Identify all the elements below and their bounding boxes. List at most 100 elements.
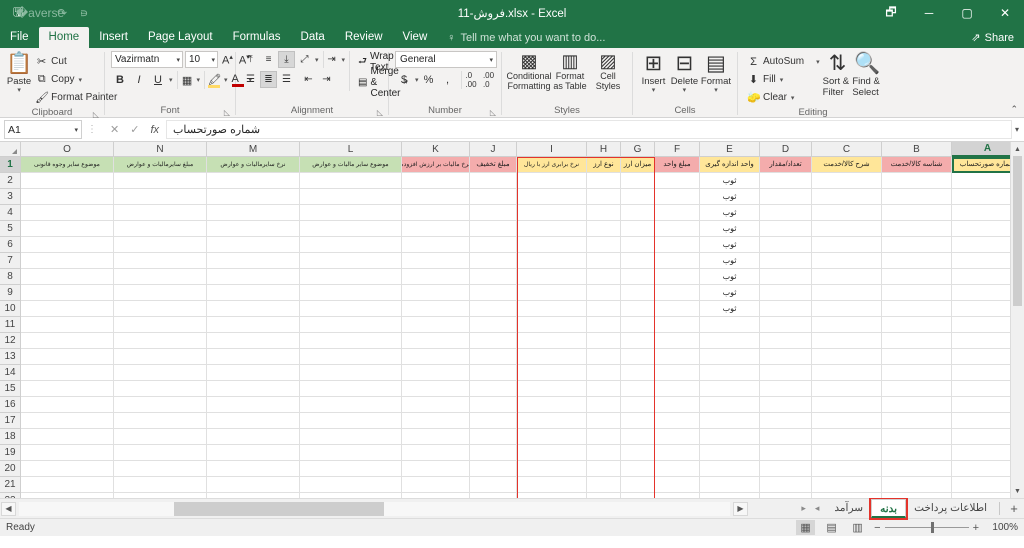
cell-H9[interactable] <box>587 285 621 301</box>
cell-K22[interactable] <box>402 493 470 498</box>
cell-N11[interactable] <box>114 317 207 333</box>
cell-C15[interactable] <box>812 381 882 397</box>
row-header-13[interactable]: 13 <box>0 349 21 365</box>
cell-styles-button[interactable]: ▨ Cell Styles <box>590 51 626 91</box>
cell-D1[interactable]: تعداد/مقدار <box>760 157 812 173</box>
cell-O20[interactable] <box>21 461 114 477</box>
cell-O14[interactable] <box>21 365 114 381</box>
cell-G6[interactable] <box>621 237 655 253</box>
cell-I15[interactable] <box>517 381 587 397</box>
cell-C16[interactable] <box>812 397 882 413</box>
cell-M6[interactable] <box>207 237 300 253</box>
cell-F19[interactable] <box>655 445 700 461</box>
cell-J20[interactable] <box>470 461 517 477</box>
cell-C10[interactable] <box>812 301 882 317</box>
cell-J8[interactable] <box>470 269 517 285</box>
cell-F13[interactable] <box>655 349 700 365</box>
cell-F14[interactable] <box>655 365 700 381</box>
page-layout-view-icon[interactable]: ▤ <box>822 520 841 535</box>
cell-E10[interactable]: ثوب <box>700 301 760 317</box>
scroll-left-icon[interactable]: ◀ <box>1 501 16 516</box>
column-header-D[interactable]: D <box>760 142 812 157</box>
cell-D17[interactable] <box>760 413 812 429</box>
cell-M7[interactable] <box>207 253 300 269</box>
row-header-9[interactable]: 9 <box>0 285 21 301</box>
format-as-table-button[interactable]: ▥ Format as Table <box>552 51 588 91</box>
undo-icon[interactable]: �averse <box>16 3 64 23</box>
cell-K3[interactable] <box>402 189 470 205</box>
cell-L2[interactable] <box>300 173 402 189</box>
cell-C9[interactable] <box>812 285 882 301</box>
row-header-16[interactable]: 16 <box>0 397 21 413</box>
cell-M16[interactable] <box>207 397 300 413</box>
align-middle-button[interactable]: ≡ <box>260 51 277 68</box>
cell-I1[interactable]: نرخ برابری ارز با ریال <box>517 157 587 173</box>
row-header-15[interactable]: 15 <box>0 381 21 397</box>
chevron-down-icon[interactable]: ▾ <box>791 94 795 102</box>
cell-M20[interactable] <box>207 461 300 477</box>
cell-E4[interactable]: ثوب <box>700 205 760 221</box>
currency-format-button[interactable]: $ <box>395 71 413 89</box>
restore-window-icon[interactable]: 🗗 <box>872 0 910 26</box>
chevron-down-icon[interactable]: ▾ <box>415 76 419 84</box>
cell-N17[interactable] <box>114 413 207 429</box>
italic-button[interactable]: I <box>130 71 148 89</box>
vertical-scroll-thumb[interactable] <box>1013 156 1022 306</box>
cell-F1[interactable]: مبلغ واحد <box>655 157 700 173</box>
enter-icon[interactable]: ✓ <box>130 123 139 136</box>
sheet-tab-body[interactable]: بدنه <box>869 497 909 520</box>
cell-G2[interactable] <box>621 173 655 189</box>
sheet-tab-payment-info[interactable]: اطلاعات پرداخت <box>906 499 995 518</box>
cell-E16[interactable] <box>700 397 760 413</box>
cell-B5[interactable] <box>882 221 952 237</box>
cell-I22[interactable] <box>517 493 587 498</box>
font-size-input[interactable]: 10 <box>185 51 218 68</box>
horizontal-scroll-track[interactable] <box>19 501 730 516</box>
formula-input[interactable]: شماره صورتحساب <box>166 120 1012 139</box>
cell-O10[interactable] <box>21 301 114 317</box>
cell-J2[interactable] <box>470 173 517 189</box>
cell-N13[interactable] <box>114 349 207 365</box>
cell-H1[interactable]: نوع ارز <box>587 157 621 173</box>
minimize-icon[interactable]: ─ <box>910 0 948 26</box>
cell-O12[interactable] <box>21 333 114 349</box>
cell-K6[interactable] <box>402 237 470 253</box>
cell-B16[interactable] <box>882 397 952 413</box>
cell-L6[interactable] <box>300 237 402 253</box>
cell-B8[interactable] <box>882 269 952 285</box>
cell-D6[interactable] <box>760 237 812 253</box>
cell-G22[interactable] <box>621 493 655 498</box>
vertical-scrollbar[interactable]: ▲ ▼ <box>1010 142 1024 498</box>
cell-J5[interactable] <box>470 221 517 237</box>
cell-H10[interactable] <box>587 301 621 317</box>
dialog-launcher-icon[interactable]: ◺ <box>224 106 230 119</box>
cell-E2[interactable]: ثوب <box>700 173 760 189</box>
cell-E8[interactable]: ثوب <box>700 269 760 285</box>
column-header-K[interactable]: K <box>402 142 470 157</box>
cell-H15[interactable] <box>587 381 621 397</box>
cell-G11[interactable] <box>621 317 655 333</box>
cell-K12[interactable] <box>402 333 470 349</box>
column-header-B[interactable]: B <box>882 142 952 157</box>
underline-button[interactable]: U <box>149 71 167 89</box>
cell-O22[interactable] <box>21 493 114 498</box>
cell-B15[interactable] <box>882 381 952 397</box>
cell-J3[interactable] <box>470 189 517 205</box>
cell-L14[interactable] <box>300 365 402 381</box>
cell-L18[interactable] <box>300 429 402 445</box>
row-header-8[interactable]: 8 <box>0 269 21 285</box>
cell-O18[interactable] <box>21 429 114 445</box>
cell-H3[interactable] <box>587 189 621 205</box>
cell-H8[interactable] <box>587 269 621 285</box>
cell-N18[interactable] <box>114 429 207 445</box>
cell-H5[interactable] <box>587 221 621 237</box>
cell-N21[interactable] <box>114 477 207 493</box>
cell-K9[interactable] <box>402 285 470 301</box>
cell-F12[interactable] <box>655 333 700 349</box>
cell-M9[interactable] <box>207 285 300 301</box>
row-header-6[interactable]: 6 <box>0 237 21 253</box>
cell-J13[interactable] <box>470 349 517 365</box>
row-header-4[interactable]: 4 <box>0 205 21 221</box>
row-header-20[interactable]: 20 <box>0 461 21 477</box>
scroll-down-icon[interactable]: ▼ <box>1011 484 1024 498</box>
